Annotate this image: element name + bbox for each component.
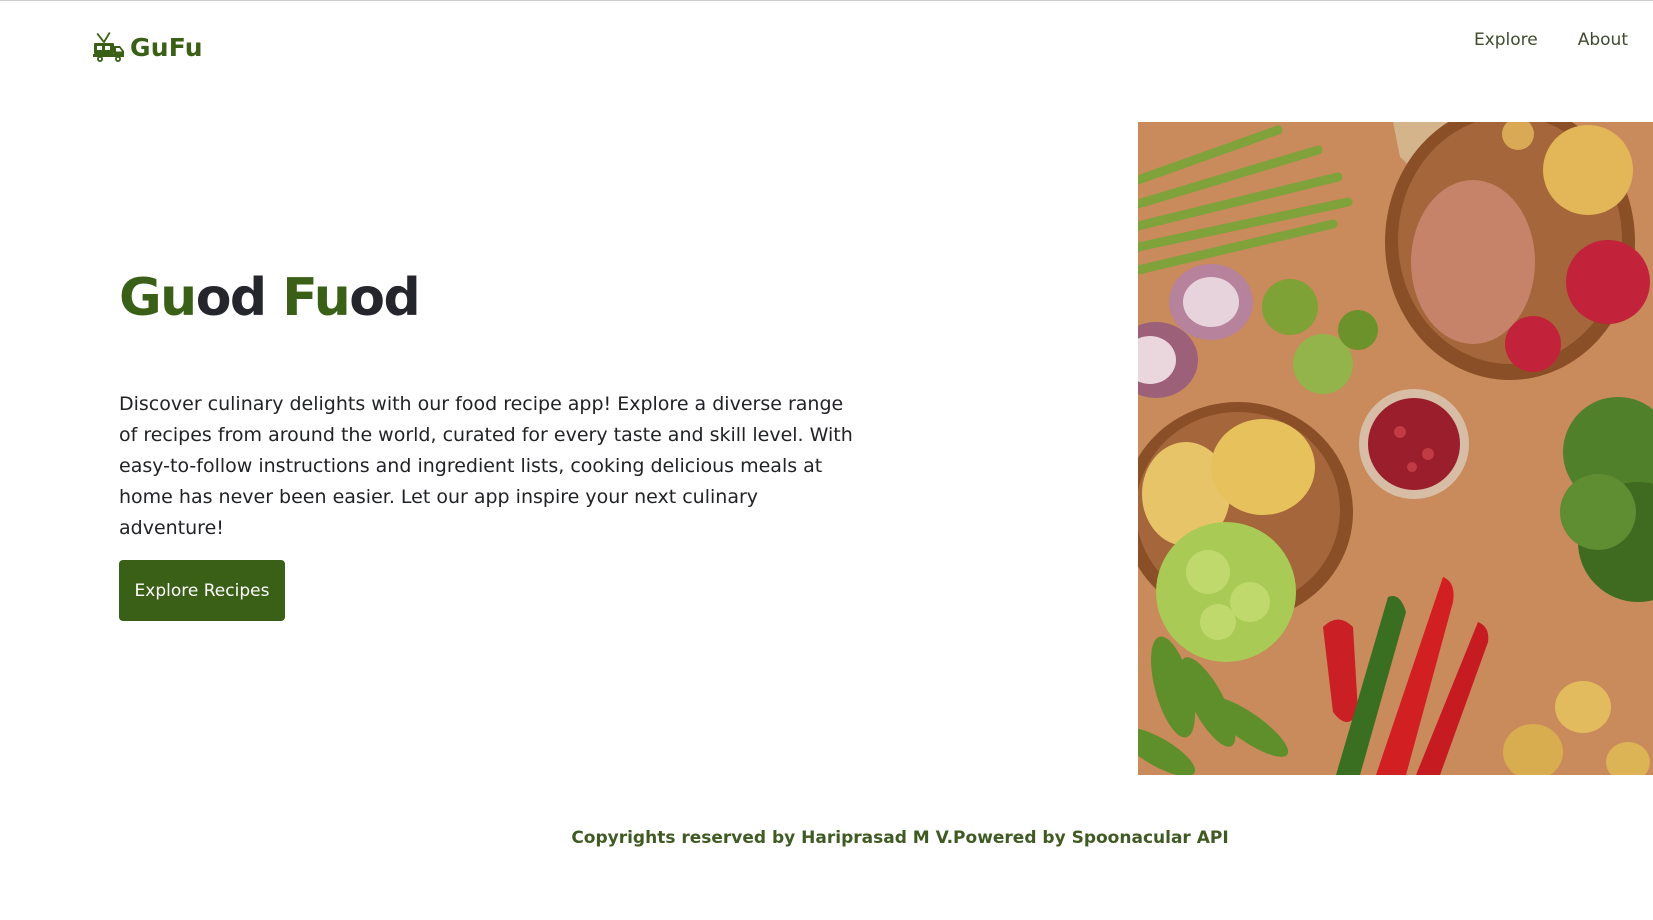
title-part-od: od (195, 268, 283, 328)
site-header: GuFu Explore About (0, 0, 1653, 100)
nav-link-about[interactable]: About (1578, 30, 1628, 50)
vegetables-photo (1138, 122, 1653, 775)
site-footer: Copyrights reserved by Hariprasad M V.Po… (571, 828, 1229, 848)
food-truck-icon (93, 32, 124, 62)
main-nav: Explore About (1474, 30, 1628, 50)
title-part-od-2: od (349, 268, 420, 328)
title-part-fu: Fu (282, 268, 350, 328)
explore-recipes-button[interactable]: Explore Recipes (119, 560, 285, 621)
hero-description: Discover culinary delights with our food… (119, 393, 853, 539)
hero-title: Guod Fuod (119, 268, 421, 328)
title-part-gu: Gu (119, 268, 197, 328)
logo-text: GuFu (130, 32, 203, 62)
nav-link-explore[interactable]: Explore (1474, 30, 1538, 50)
logo-link[interactable]: GuFu (92, 30, 203, 64)
